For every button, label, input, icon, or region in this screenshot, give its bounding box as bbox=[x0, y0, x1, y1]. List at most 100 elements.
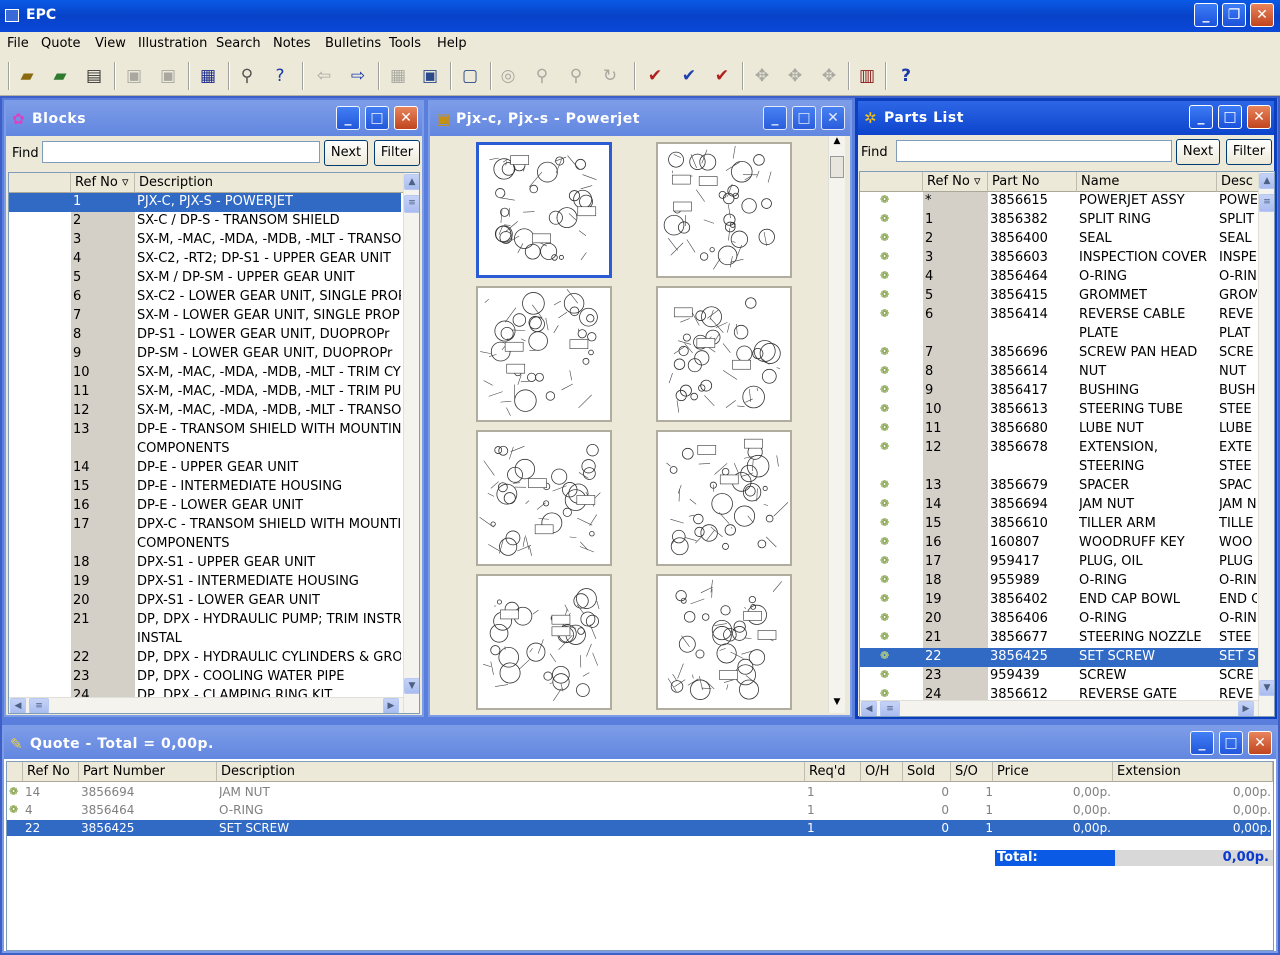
table-row[interactable]: 9 DP-SM - LOWER GEAR UNIT, DUOPROPr bbox=[9, 345, 401, 364]
table-row[interactable]: ❁ 8 3856614 NUT NUT bbox=[860, 363, 1258, 382]
parts-horizontal-scrollbar[interactable]: ◀ ≡ ▶ bbox=[860, 700, 1258, 716]
parts-header-partno[interactable]: Part No bbox=[988, 172, 1077, 192]
quote-header-partnumber[interactable]: Part Number bbox=[79, 762, 217, 782]
quote-header-so[interactable]: S/O bbox=[951, 762, 993, 782]
table-row[interactable]: PLATE PLAT bbox=[860, 325, 1258, 344]
parts-next-button[interactable]: Next bbox=[1176, 139, 1220, 165]
table-row[interactable]: 22 DP, DPX - HYDRAULIC CYLINDERS & GROU bbox=[9, 649, 401, 668]
table-row[interactable]: ❁ 20 3856406 O-RING O-RIN bbox=[860, 610, 1258, 629]
table-row[interactable]: ❁ 4 3856464 O-RING O-RIN bbox=[860, 268, 1258, 287]
menu-illustration[interactable]: Illustration bbox=[138, 36, 207, 51]
parts-header-refno[interactable]: Ref No ▿ bbox=[923, 172, 988, 192]
quote-header-reqd[interactable]: Req'd bbox=[805, 762, 861, 782]
scroll-thumb[interactable]: ≡ bbox=[880, 701, 900, 716]
scroll-thumb[interactable] bbox=[830, 156, 844, 178]
blocks-maximize-button[interactable]: □ bbox=[365, 106, 389, 130]
blocks-minimize-button[interactable]: _ bbox=[336, 106, 360, 130]
maximize-button[interactable]: ❐ bbox=[1222, 3, 1246, 27]
table-row[interactable]: ❁ 10 3856613 STEERING TUBE STEE bbox=[860, 401, 1258, 420]
table-row[interactable]: 14 DP-E - UPPER GEAR UNIT bbox=[9, 459, 401, 478]
quote-close-button[interactable]: ✕ bbox=[1248, 731, 1272, 755]
blocks-find-input[interactable] bbox=[42, 141, 320, 163]
table-row[interactable]: ❁ 9 3856417 BUSHING BUSH bbox=[860, 382, 1258, 401]
blocks-horizontal-scrollbar[interactable]: ◀ ≡ ▶ bbox=[9, 697, 403, 713]
menu-view[interactable]: View bbox=[95, 36, 126, 51]
search-icon[interactable]: ⚲ bbox=[235, 64, 259, 88]
scroll-left-icon[interactable]: ◀ bbox=[10, 698, 26, 713]
quote-minimize-button[interactable]: _ bbox=[1190, 731, 1214, 755]
columns-icon[interactable]: ▥ bbox=[855, 64, 879, 88]
parts-filter-button[interactable]: Filter bbox=[1226, 139, 1272, 165]
parts-header-name[interactable]: Name bbox=[1077, 172, 1217, 192]
table-row[interactable]: ❁ 5 3856415 GROMMET GROM bbox=[860, 287, 1258, 306]
check-part-icon[interactable]: ✔ bbox=[643, 64, 667, 88]
minimize-button[interactable]: _ bbox=[1194, 3, 1218, 27]
zoom-fit-icon[interactable]: ◎ bbox=[496, 64, 520, 88]
table-row[interactable]: 7 SX-M - LOWER GEAR UNIT, SINGLE PROP bbox=[9, 307, 401, 326]
scroll-down-icon[interactable]: ▼ bbox=[1259, 680, 1274, 696]
tag-settings-icon[interactable]: ✥ bbox=[817, 64, 841, 88]
table-row[interactable]: 2 SX-C / DP-S - TRANSOM SHIELD bbox=[9, 212, 401, 231]
scroll-thumb[interactable]: ≡ bbox=[404, 195, 419, 213]
close-button[interactable]: ✕ bbox=[1250, 3, 1274, 27]
check-multi-icon[interactable]: ✔ bbox=[677, 64, 701, 88]
illustration-thumbnail[interactable] bbox=[476, 430, 612, 566]
menu-search[interactable]: Search bbox=[216, 36, 261, 51]
table-row[interactable]: 22 3856425 SET SCREW 1 0 1 0,00p. 0,00p. bbox=[7, 820, 1271, 836]
scroll-up-icon[interactable]: ▲ bbox=[829, 136, 845, 152]
menu-tools[interactable]: Tools bbox=[389, 36, 421, 51]
blocks-header-refno[interactable]: Ref No ▿ bbox=[71, 173, 135, 193]
scroll-thumb[interactable]: ≡ bbox=[1259, 194, 1274, 212]
table-row[interactable]: 20 DPX-S1 - LOWER GEAR UNIT bbox=[9, 592, 401, 611]
table-row[interactable]: 19 DPX-S1 - INTERMEDIATE HOUSING bbox=[9, 573, 401, 592]
scroll-down-icon[interactable]: ▼ bbox=[829, 697, 845, 713]
table-row[interactable]: ❁ 12 3856678 EXTENSION, EXTE bbox=[860, 439, 1258, 458]
scroll-down-icon[interactable]: ▼ bbox=[404, 678, 419, 694]
preview-icon[interactable]: ▢ bbox=[458, 64, 482, 88]
parts-maximize-button[interactable]: □ bbox=[1218, 105, 1242, 129]
blocks-close-button[interactable]: ✕ bbox=[394, 106, 418, 130]
table-row[interactable]: ❁ 4 3856464 O-RING 1 0 1 0,00p. 0,00p. bbox=[7, 802, 1271, 818]
table-row[interactable]: ❁ 11 3856680 LUBE NUT LUBE bbox=[860, 420, 1258, 439]
menu-quote[interactable]: Quote bbox=[41, 36, 81, 51]
table-row[interactable]: ❁ 6 3856414 REVERSE CABLE REVE bbox=[860, 306, 1258, 325]
table-row[interactable]: ❁ 14 3856694 JAM NUT JAM N bbox=[860, 496, 1258, 515]
parts-header-desc[interactable]: Desc bbox=[1217, 172, 1259, 192]
illustration-vertical-scrollbar[interactable]: ▲ ▼ bbox=[828, 136, 845, 713]
table-row[interactable]: ❁ 2 3856400 SEAL SEAL bbox=[860, 230, 1258, 249]
scroll-up-icon[interactable]: ▲ bbox=[1259, 173, 1274, 189]
zoom-out-icon[interactable]: ⚲ bbox=[530, 64, 554, 88]
quote-header-price[interactable]: Price bbox=[993, 762, 1113, 782]
table-row[interactable]: ❁ 24 3856612 REVERSE GATE REVE bbox=[860, 686, 1258, 700]
check-settings-icon[interactable]: ✔ bbox=[710, 64, 734, 88]
quote-header-extension[interactable]: Extension bbox=[1113, 762, 1273, 782]
illustration-thumbnail[interactable] bbox=[656, 142, 792, 278]
table-row[interactable]: 1 PJX-C, PJX-S - POWERJET bbox=[9, 193, 401, 212]
table-row[interactable]: 10 SX-M, -MAC, -MDA, -MDB, -MLT - TRIM CY… bbox=[9, 364, 401, 383]
quote-header-refno[interactable]: Ref No bbox=[23, 762, 79, 782]
table-row[interactable]: ❁ 15 3856610 TILLER ARM TILLE bbox=[860, 515, 1258, 534]
table-row[interactable]: COMPONENTS bbox=[9, 440, 401, 459]
table-row[interactable]: 11 SX-M, -MAC, -MDA, -MDB, -MLT - TRIM PU… bbox=[9, 383, 401, 402]
parts-find-input[interactable] bbox=[896, 140, 1172, 162]
illustration-minimize-button[interactable]: _ bbox=[763, 106, 787, 130]
quote-maximize-button[interactable]: □ bbox=[1219, 731, 1243, 755]
illustration-close-button[interactable]: ✕ bbox=[821, 106, 845, 130]
paste-icon[interactable]: ▣ bbox=[156, 64, 180, 88]
table-row[interactable]: INSTAL bbox=[9, 630, 401, 649]
menu-help[interactable]: Help bbox=[437, 36, 467, 51]
table-row[interactable]: 16 DP-E - LOWER GEAR UNIT bbox=[9, 497, 401, 516]
scroll-right-icon[interactable]: ▶ bbox=[383, 698, 399, 713]
quote-header-description[interactable]: Description bbox=[217, 762, 805, 782]
illustration-thumbnail[interactable] bbox=[656, 430, 792, 566]
scroll-right-icon[interactable]: ▶ bbox=[1238, 701, 1254, 716]
table-row[interactable]: ❁ 14 3856694 JAM NUT 1 0 1 0,00p. 0,00p. bbox=[7, 784, 1271, 800]
table-row[interactable]: 18 DPX-S1 - UPPER GEAR UNIT bbox=[9, 554, 401, 573]
image-view-icon[interactable]: ▣ bbox=[418, 64, 442, 88]
table-row[interactable]: 21 DP, DPX - HYDRAULIC PUMP; TRIM INSTR bbox=[9, 611, 401, 630]
blocks-filter-button[interactable]: Filter bbox=[374, 140, 420, 166]
illustration-thumbnail[interactable] bbox=[476, 142, 612, 278]
scroll-up-icon[interactable]: ▲ bbox=[404, 174, 419, 190]
quote-header-oh[interactable]: O/H bbox=[861, 762, 903, 782]
menu-bulletins[interactable]: Bulletins bbox=[325, 36, 381, 51]
